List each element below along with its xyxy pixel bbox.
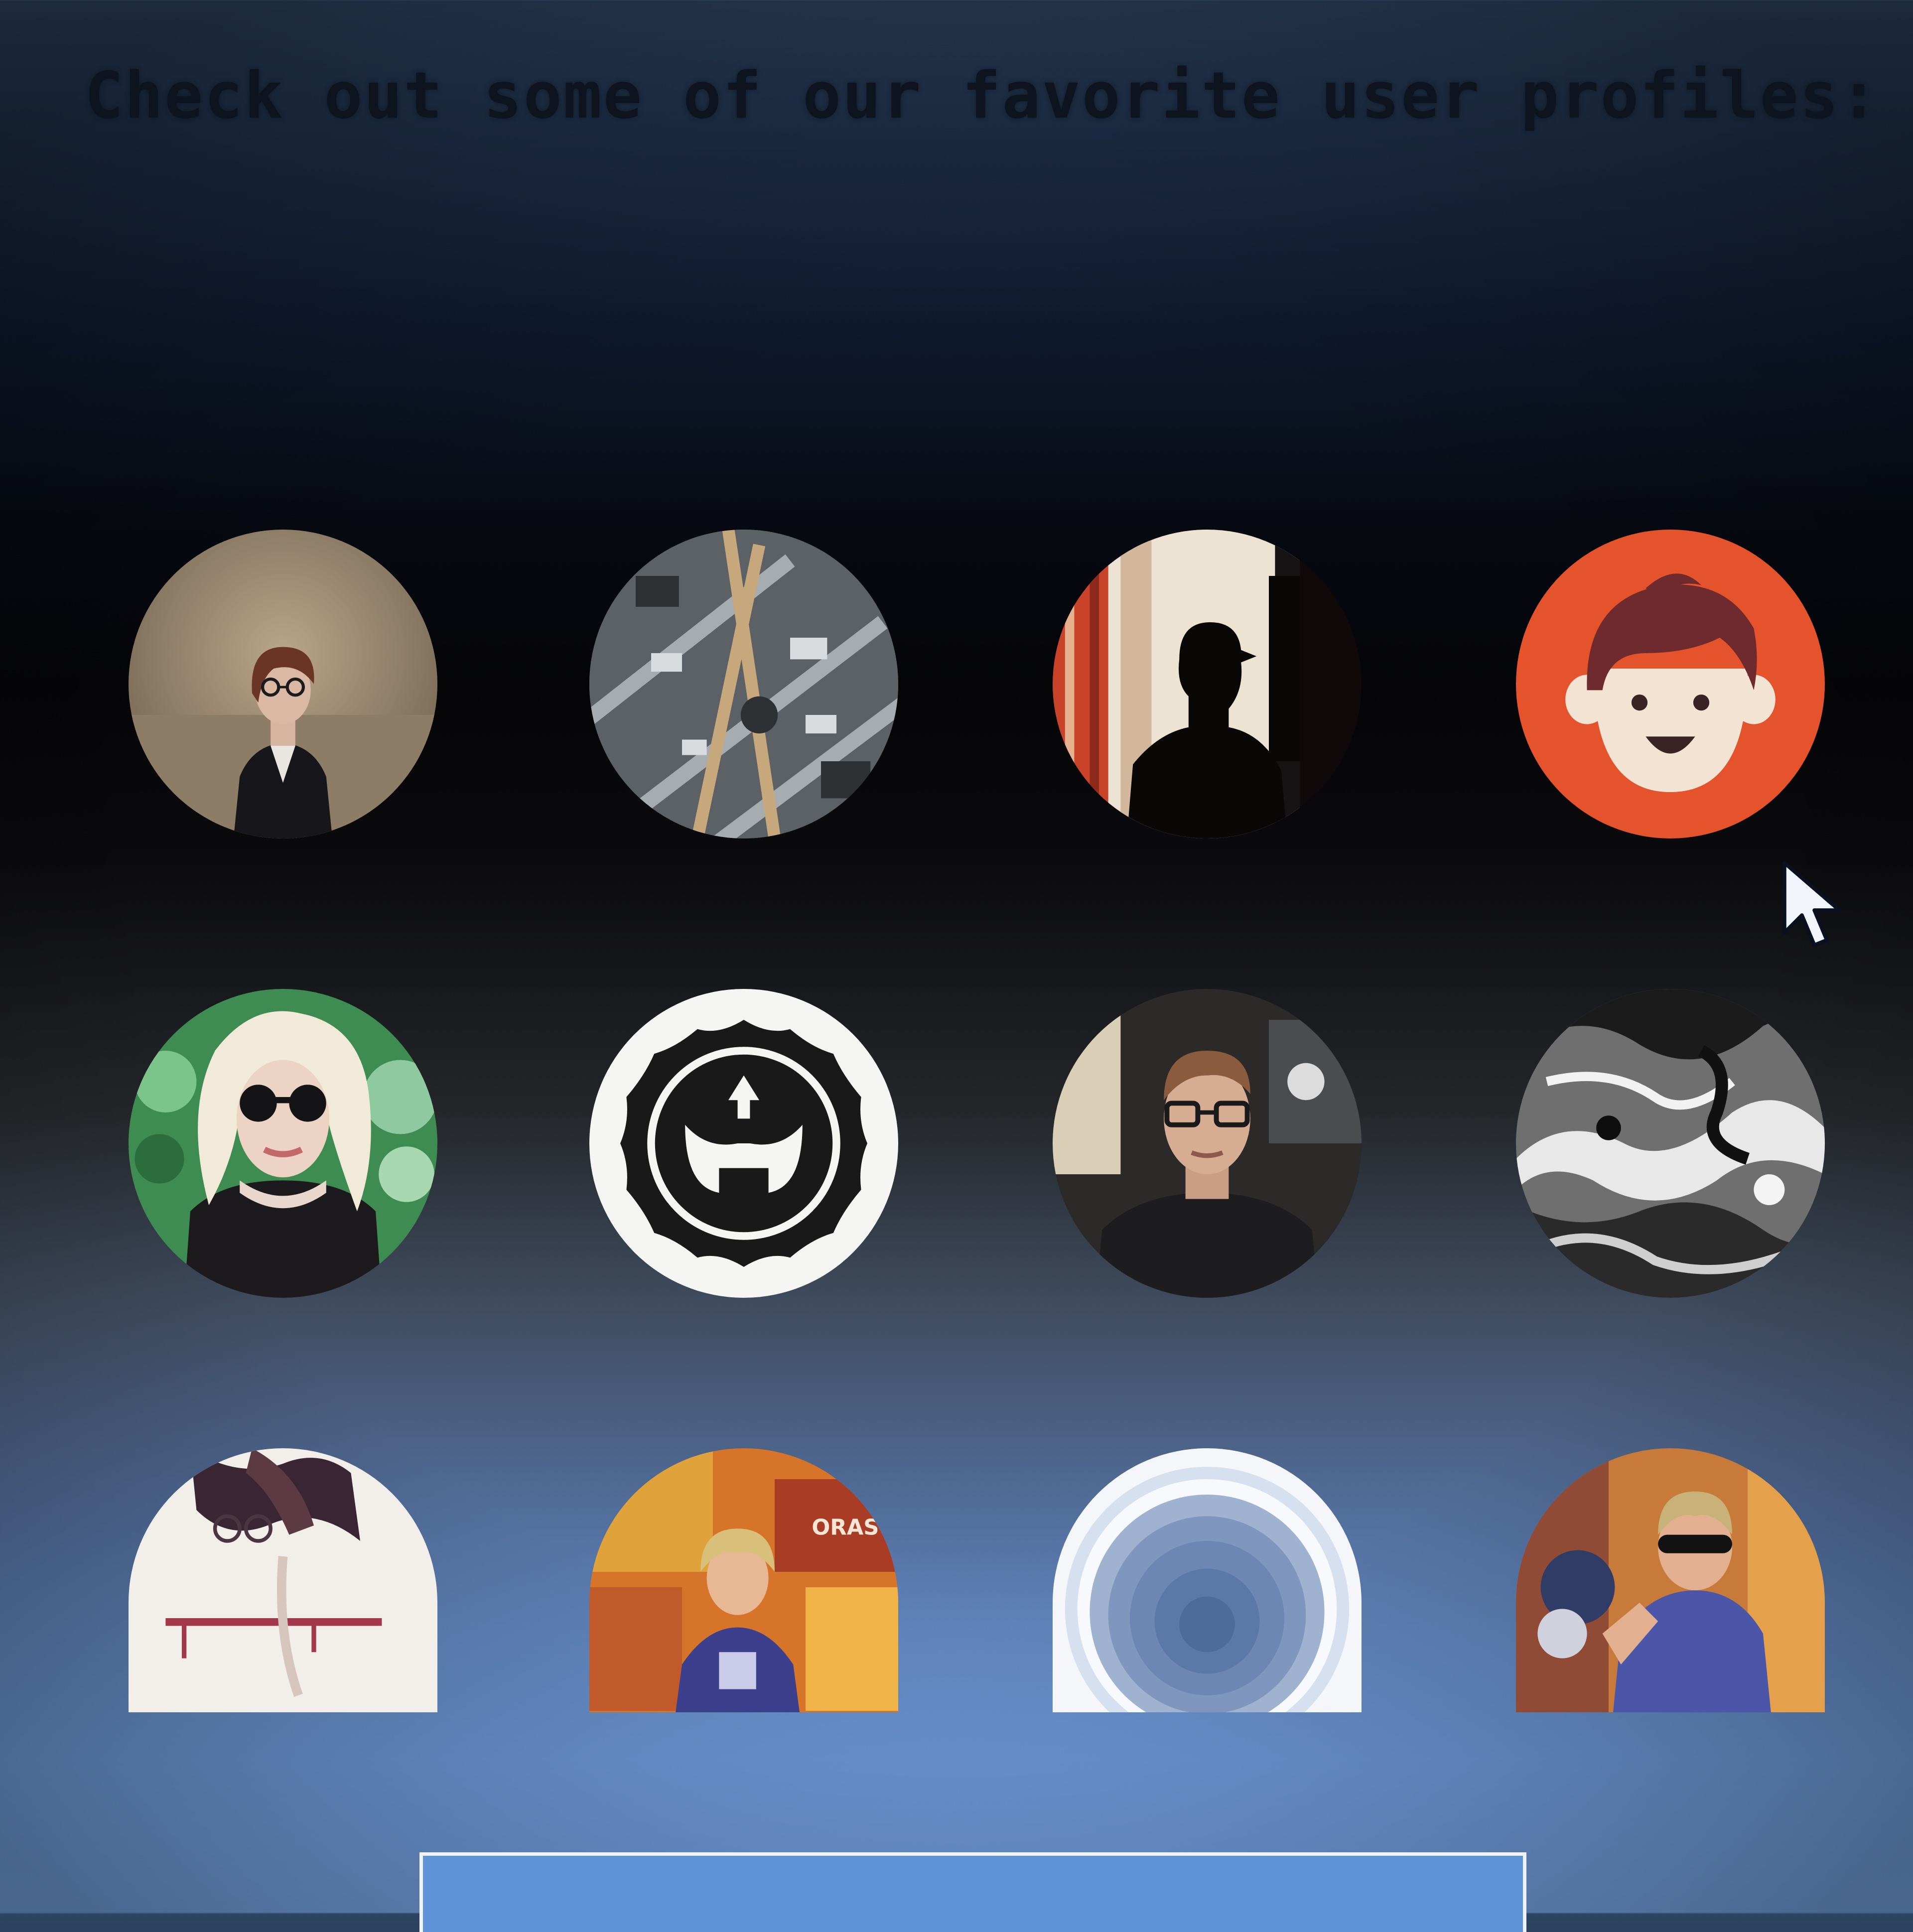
- bottom-action-box[interactable]: [419, 1852, 1526, 1932]
- colorful-poster-photo: ORAS: [589, 1448, 898, 1712]
- page-heading: Check out some of our favorite user prof…: [85, 59, 1880, 133]
- profile-avatar-metal-structure[interactable]: [589, 530, 898, 838]
- profile-avatar-man-sunglasses[interactable]: [1516, 1448, 1825, 1712]
- man-glasses-photo: [1053, 989, 1362, 1298]
- crown-emblem-icon: [589, 989, 898, 1298]
- profile-avatar-woman-glasses[interactable]: [129, 530, 437, 838]
- man-sunglasses-photo: [1516, 1448, 1825, 1712]
- profile-avatar-woman-sunglasses[interactable]: [129, 989, 437, 1298]
- profile-avatar-man-glasses[interactable]: [1053, 989, 1362, 1298]
- woman-sunglasses-photo: [129, 989, 437, 1298]
- person-white-shirt-photo: [129, 1448, 437, 1712]
- profile-avatar-cartoon-boy[interactable]: [1516, 530, 1825, 838]
- woman-glasses-photo: [129, 530, 437, 838]
- mouse-cursor-icon: [1779, 858, 1844, 953]
- metal-structure-photo: [589, 530, 898, 838]
- profile-avatar-silhouette[interactable]: [1053, 530, 1362, 838]
- profile-avatar-monochrome-texture[interactable]: [1516, 989, 1825, 1298]
- concentric-rings-icon: [1053, 1448, 1362, 1712]
- profile-avatar-colorful-poster[interactable]: ORAS: [589, 1448, 898, 1712]
- cartoon-boy-face-icon: [1516, 530, 1825, 838]
- monochrome-texture-photo: [1516, 989, 1825, 1298]
- profile-avatar-crown-emblem[interactable]: [589, 989, 898, 1298]
- profile-avatar-person-white-shirt[interactable]: [129, 1448, 437, 1712]
- silhouette-photo: [1053, 530, 1362, 838]
- svg-text:ORAS: ORAS: [812, 1516, 879, 1540]
- profile-avatar-concentric-rings[interactable]: [1053, 1448, 1362, 1712]
